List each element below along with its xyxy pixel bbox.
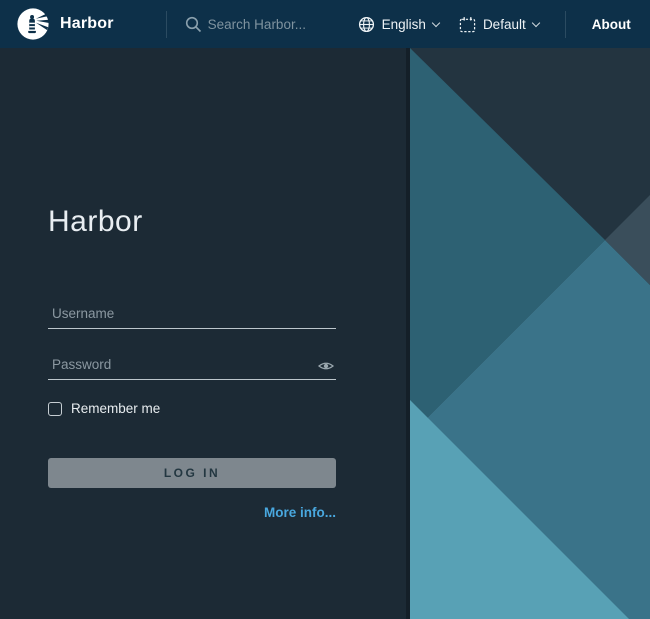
search-icon: [185, 16, 202, 33]
theme-grid-icon: [459, 16, 476, 33]
more-info-row: More info...: [48, 504, 336, 522]
eye-icon: [318, 360, 334, 372]
remember-me-row: Remember me: [48, 401, 336, 416]
main-area: Harbor Remember me LOG IN More: [0, 48, 650, 619]
password-input[interactable]: [48, 357, 336, 380]
remember-me-checkbox[interactable]: [48, 402, 62, 416]
search-input[interactable]: [208, 17, 358, 32]
more-info-link[interactable]: More info...: [264, 505, 336, 520]
brand-title: Harbor: [60, 15, 114, 33]
chevron-down-icon: [531, 18, 539, 26]
about-link[interactable]: About: [592, 17, 631, 32]
login-title: Harbor: [48, 204, 336, 240]
theme-dropdown[interactable]: Default: [459, 16, 539, 33]
language-label: English: [382, 17, 426, 32]
search-box: [185, 16, 358, 33]
remember-me-label: Remember me: [71, 401, 160, 416]
harbor-lighthouse-icon[interactable]: [16, 7, 50, 41]
login-button[interactable]: LOG IN: [48, 458, 336, 488]
password-field: [48, 357, 336, 380]
language-dropdown[interactable]: English: [358, 16, 439, 33]
username-input[interactable]: [48, 306, 336, 329]
chevron-down-icon: [432, 18, 440, 26]
theme-label: Default: [483, 17, 526, 32]
globe-icon: [358, 16, 375, 33]
login-form: Harbor Remember me LOG IN More: [48, 204, 336, 522]
background-art: [410, 48, 650, 619]
header-divider: [565, 11, 566, 38]
login-panel: Harbor Remember me LOG IN More: [0, 48, 410, 619]
header-bar: Harbor English Defaul: [0, 0, 650, 48]
header-divider: [166, 11, 167, 38]
username-field: [48, 306, 336, 329]
show-password-button[interactable]: [318, 360, 334, 372]
